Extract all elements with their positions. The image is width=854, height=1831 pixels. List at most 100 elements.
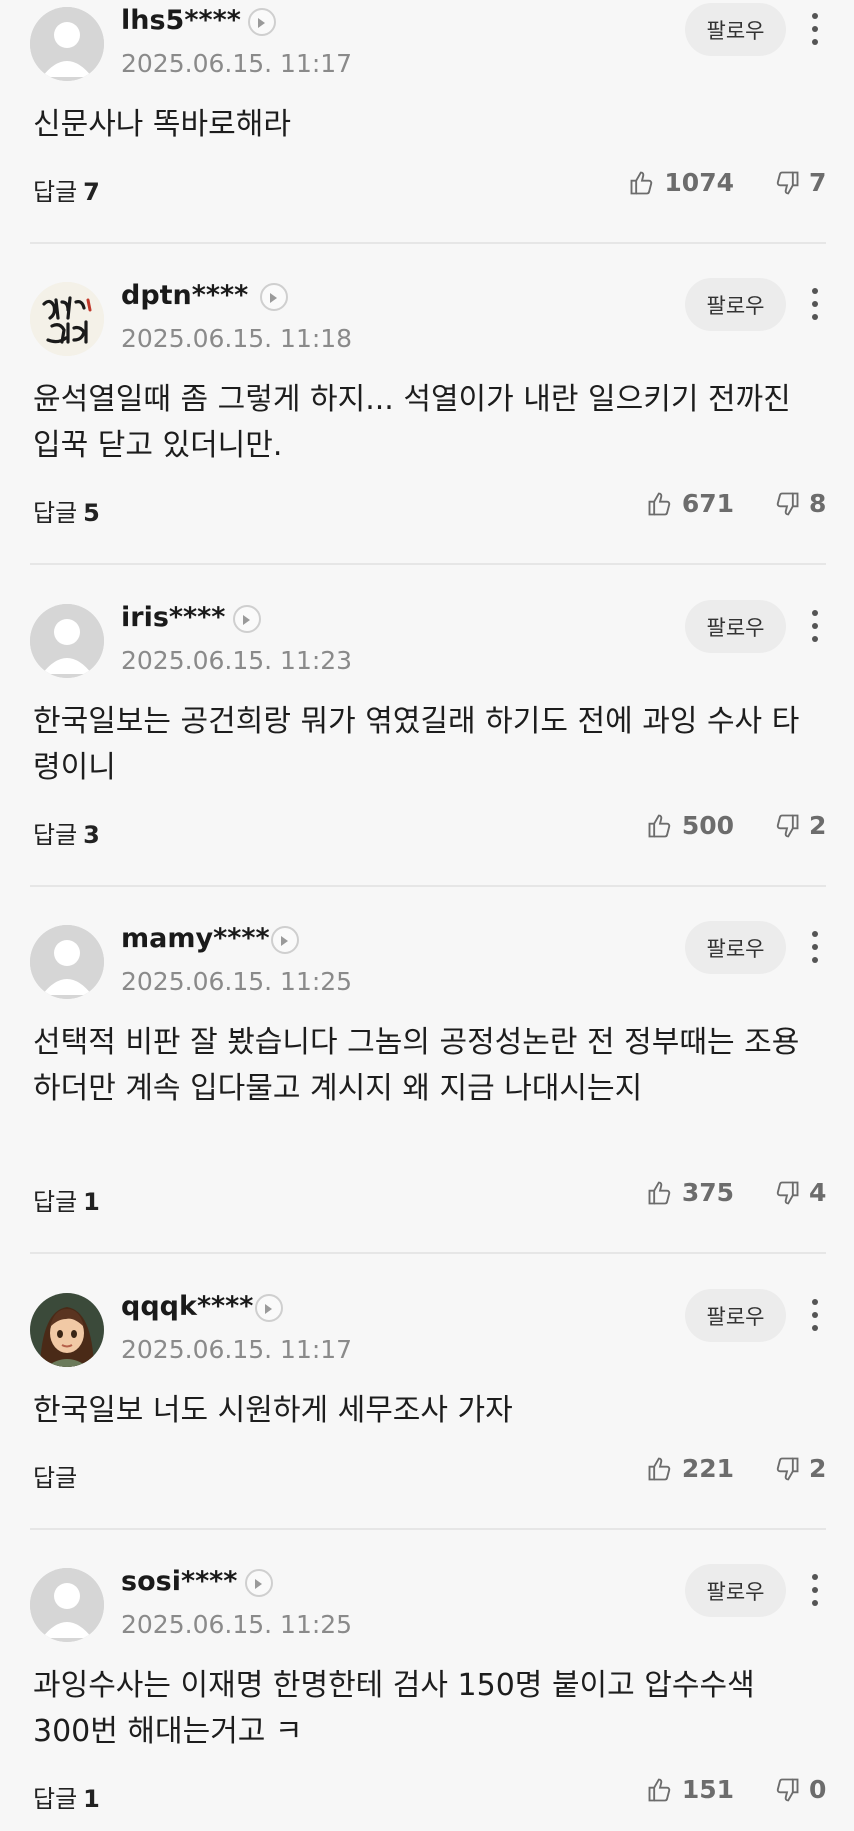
thumbs-down-icon [776,1778,799,1801]
dislike-button[interactable]: 7 [773,168,826,197]
profile-arrow-icon[interactable] [233,605,261,633]
more-options-icon[interactable] [803,284,827,324]
username[interactable]: iris**** [121,602,225,633]
reply-label: 답글 [33,1464,78,1492]
follow-button[interactable]: 팔로우 [685,600,786,653]
profile-arrow-icon[interactable] [271,926,299,954]
comment-item: mamy**** 2025.06.15. 11:25 팔로우 선택적 비판 잘 … [0,918,854,1254]
calligraphy-avatar-icon[interactable] [30,282,104,356]
follow-button[interactable]: 팔로우 [685,1289,786,1342]
reply-button[interactable]: 답글 1 [33,1779,100,1814]
thumbs-up-icon [648,814,671,837]
comment-text: 한국일보 너도 시원하게 세무조사 가자 [33,1393,513,1428]
reply-count: 7 [83,178,100,206]
thumbs-down-icon [776,171,799,194]
like-button[interactable]: 500 [646,811,734,840]
thumbs-up-icon [630,171,653,194]
divider [30,885,826,887]
reply-label: 답글 [33,178,78,206]
comment-date: 2025.06.15. 11:23 [121,646,353,675]
reply-count: 1 [83,1785,100,1813]
comment-item: dptn**** 2025.06.15. 11:18 팔로우 윤석열일때 좀 그… [0,275,854,565]
profile-arrow-icon[interactable] [245,1569,273,1597]
comment-date: 2025.06.15. 11:17 [121,1335,353,1364]
comment-date: 2025.06.15. 11:25 [121,1610,353,1639]
follow-button[interactable]: 팔로우 [685,1564,786,1617]
like-count: 500 [681,811,734,840]
dislike-button[interactable]: 0 [773,1775,826,1804]
more-options-icon[interactable] [803,9,827,49]
follow-button[interactable]: 팔로우 [685,3,786,56]
reply-button[interactable]: 답글 [33,1458,83,1493]
more-options-icon[interactable] [803,606,827,646]
reply-label: 답글 [33,1785,78,1813]
username[interactable]: sosi**** [121,1566,237,1597]
divider [30,1252,826,1254]
like-button[interactable]: 151 [646,1775,734,1804]
follow-button[interactable]: 팔로우 [685,278,786,331]
profile-arrow-icon[interactable] [260,283,288,311]
reply-button[interactable]: 답글 5 [33,493,100,528]
comment-text: 윤석열일때 좀 그렇게 하지... 석열이가 내란 일으키기 전까진 입꾹 닫고… [33,382,791,463]
comment-text: 신문사나 똑바로해라 [33,107,291,142]
thumbs-down-icon [776,1457,799,1480]
comment-item: sosi**** 2025.06.15. 11:25 팔로우 과잉수사는 이재명… [0,1561,854,1831]
comment-list: lhs5**** 2025.06.15. 11:17 팔로우 신문사나 똑바로해… [0,0,854,1831]
comment-text: 선택적 비판 잘 봤습니다 그놈의 공정성논란 전 정부때는 조용하더만 계속 … [33,1025,800,1106]
thumbs-down-icon [776,1181,799,1204]
username[interactable]: mamy**** [121,923,270,954]
reply-button[interactable]: 답글 1 [33,1182,100,1217]
comment-date: 2025.06.15. 11:18 [121,324,353,353]
comment-text: 한국일보는 공건희랑 뭐가 엮였길래 하기도 전에 과잉 수사 타령이니 [33,704,800,785]
more-options-icon[interactable] [803,1295,827,1335]
default-avatar-icon[interactable] [30,604,104,678]
cartoon-girl-avatar-icon[interactable] [30,1293,104,1367]
dislike-button[interactable]: 2 [773,1454,826,1483]
reply-button[interactable]: 답글 3 [33,815,100,850]
like-count: 671 [681,489,734,518]
dislike-count: 2 [809,811,827,840]
profile-arrow-icon[interactable] [255,1294,283,1322]
dislike-button[interactable]: 8 [773,489,826,518]
default-avatar-icon[interactable] [30,7,104,81]
reply-count: 3 [83,821,100,849]
reply-count: 1 [83,1188,100,1216]
username[interactable]: dptn**** [121,280,248,311]
thumbs-up-icon [648,1181,671,1204]
like-count: 1074 [664,168,734,197]
divider [30,242,826,244]
comment-item: qqqk**** 2025.06.15. 11:17 팔로우 한국일보 너도 시… [0,1286,854,1530]
reply-label: 답글 [33,499,78,527]
thumbs-up-icon [648,1778,671,1801]
like-button[interactable]: 1074 [628,168,734,197]
dislike-count: 8 [809,489,827,518]
default-avatar-icon[interactable] [30,925,104,999]
like-button[interactable]: 375 [646,1178,734,1207]
dislike-count: 0 [809,1775,827,1804]
like-count: 221 [681,1454,734,1483]
reply-label: 답글 [33,821,78,849]
dislike-count: 2 [809,1454,827,1483]
reply-button[interactable]: 답글 7 [33,172,100,207]
profile-arrow-icon[interactable] [248,8,276,36]
comment-date: 2025.06.15. 11:17 [121,49,353,78]
divider [30,563,826,565]
dislike-button[interactable]: 4 [773,1178,826,1207]
thumbs-down-icon [776,492,799,515]
dislike-count: 7 [809,168,827,197]
comment-date: 2025.06.15. 11:25 [121,967,353,996]
divider [30,1528,826,1530]
more-options-icon[interactable] [803,1570,827,1610]
like-button[interactable]: 671 [646,489,734,518]
like-count: 375 [681,1178,734,1207]
comment-item: lhs5**** 2025.06.15. 11:17 팔로우 신문사나 똑바로해… [0,0,854,244]
like-button[interactable]: 221 [646,1454,734,1483]
comment-item: iris**** 2025.06.15. 11:23 팔로우 한국일보는 공건희… [0,597,854,887]
follow-button[interactable]: 팔로우 [685,921,786,974]
username[interactable]: lhs5**** [121,5,241,36]
dislike-button[interactable]: 2 [773,811,826,840]
username[interactable]: qqqk**** [121,1291,253,1322]
more-options-icon[interactable] [803,927,827,967]
default-avatar-icon[interactable] [30,1568,104,1642]
like-count: 151 [681,1775,734,1804]
